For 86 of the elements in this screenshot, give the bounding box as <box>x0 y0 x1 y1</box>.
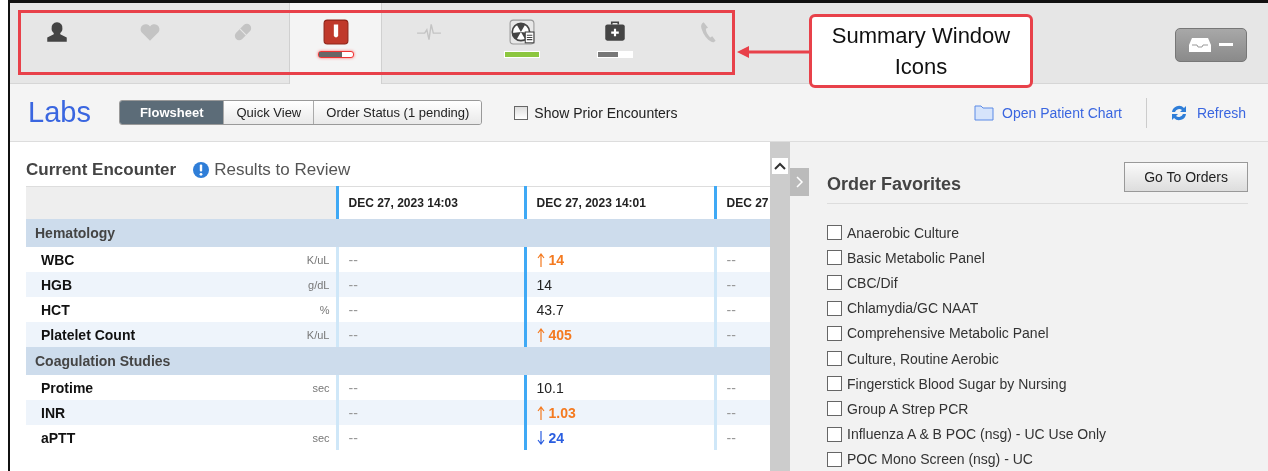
result-value: -- <box>348 379 358 396</box>
column-header: DEC 27, 2023 14:01 <box>525 186 715 219</box>
labs-icon <box>322 19 349 45</box>
test-name: Platelet Count <box>41 326 136 343</box>
tray-icon <box>1189 37 1211 53</box>
favorite-item[interactable]: CBC/Dif <box>827 270 898 296</box>
test-name: HGB <box>41 276 73 293</box>
result-value: 1.03 <box>536 404 576 421</box>
refresh-button[interactable]: Refresh <box>1162 101 1252 124</box>
result-value: 10.1 <box>536 379 564 396</box>
favorite-item[interactable]: Anaerobic Culture <box>827 220 960 246</box>
favorite-item[interactable]: Influenza A & B POC (nsg) - UC Use Only <box>827 421 1107 447</box>
open-chart-link[interactable]: Open Patient Chart <box>968 103 1128 122</box>
result-value: -- <box>726 326 736 343</box>
test-name: INR <box>41 404 66 421</box>
checkbox[interactable] <box>827 451 842 467</box>
result-value: 14 <box>536 251 565 268</box>
callout-label: Summary Window Icons <box>809 14 1033 88</box>
checkbox[interactable] <box>827 300 842 316</box>
result-value: -- <box>348 404 358 421</box>
unit-label: sec <box>312 431 330 444</box>
tray-button[interactable] <box>1175 28 1247 62</box>
result-value: -- <box>348 276 358 293</box>
checkbox[interactable] <box>827 401 842 417</box>
up-arrow-icon <box>536 405 545 420</box>
result-value: -- <box>726 276 736 293</box>
result-value: -- <box>726 379 736 396</box>
favorite-item[interactable]: Culture, Routine Aerobic <box>827 345 999 372</box>
go-to-orders-button[interactable]: Go To Orders <box>1124 162 1248 192</box>
column-header: DEC 27 <box>715 186 770 219</box>
minimize-icon <box>1219 43 1233 47</box>
unit-label: K/uL <box>306 253 330 266</box>
up-arrow-icon <box>536 327 545 342</box>
section-row: Coagulation Studies <box>26 347 770 375</box>
prior-encounters-checkbox[interactable]: Show Prior Encounters <box>508 103 684 122</box>
summary-tab[interactable] <box>289 3 382 84</box>
down-arrow-icon <box>536 430 545 445</box>
result-value: 14 <box>536 276 553 293</box>
favorite-item[interactable]: Basic Metabolic Panel <box>827 245 985 271</box>
unit-label: K/uL <box>306 328 330 341</box>
view-tab[interactable]: Quick View <box>223 101 314 124</box>
result-value: 43.7 <box>536 301 564 318</box>
test-name: HCT <box>41 301 70 318</box>
column-header: DEC 27, 2023 14:03 <box>337 186 525 219</box>
results-review-link[interactable]: Results to Review <box>192 160 351 180</box>
test-name: WBC <box>41 251 75 268</box>
alert-icon <box>192 161 211 179</box>
favorite-item[interactable]: POC Mono Screen (nsg) - UC <box>827 446 1033 471</box>
view-tab[interactable]: Flowsheet <box>119 101 224 124</box>
folder-icon <box>974 104 995 121</box>
favorite-item[interactable]: Comprehensive Metabolic Panel <box>827 320 1049 346</box>
unit-label: g/dL <box>308 278 330 291</box>
scrollbar[interactable] <box>770 142 790 471</box>
scroll-up-icon[interactable] <box>772 158 788 174</box>
result-value: -- <box>726 429 736 446</box>
up-arrow-icon <box>536 252 545 267</box>
checkbox[interactable] <box>827 225 842 241</box>
result-value: -- <box>726 251 736 268</box>
favorite-item[interactable]: Chlamydia/GC NAAT <box>827 295 979 321</box>
checkbox[interactable] <box>514 105 529 120</box>
checkbox[interactable] <box>827 275 842 291</box>
checkbox[interactable] <box>827 325 842 341</box>
panel-title: Order Favorites <box>827 174 962 195</box>
result-value: -- <box>726 404 736 421</box>
checkbox[interactable] <box>827 351 842 367</box>
unit-label: % <box>319 303 330 316</box>
view-tab[interactable]: Order Status (1 pending) <box>313 101 482 124</box>
unit-label: sec <box>312 381 330 394</box>
checkbox[interactable] <box>827 426 842 442</box>
favorite-item[interactable]: Fingerstick Blood Sugar by Nursing <box>827 371 1067 397</box>
section-row: Hematology <box>26 219 770 247</box>
test-name: Protime <box>41 379 94 396</box>
result-value: -- <box>348 326 358 343</box>
result-value: -- <box>348 301 358 318</box>
test-name: aPTT <box>41 429 76 446</box>
result-value: -- <box>726 301 736 318</box>
checkbox[interactable] <box>827 250 842 266</box>
result-value: 24 <box>536 429 565 446</box>
checkbox[interactable] <box>827 376 842 392</box>
result-value: -- <box>348 251 358 268</box>
favorite-item[interactable]: Group A Strep PCR <box>827 396 969 422</box>
radiology-icon <box>508 19 535 45</box>
page-title: Labs <box>28 96 91 129</box>
result-value: -- <box>348 429 358 446</box>
result-value: 405 <box>536 326 572 343</box>
section-title: Current Encounter <box>26 160 177 180</box>
